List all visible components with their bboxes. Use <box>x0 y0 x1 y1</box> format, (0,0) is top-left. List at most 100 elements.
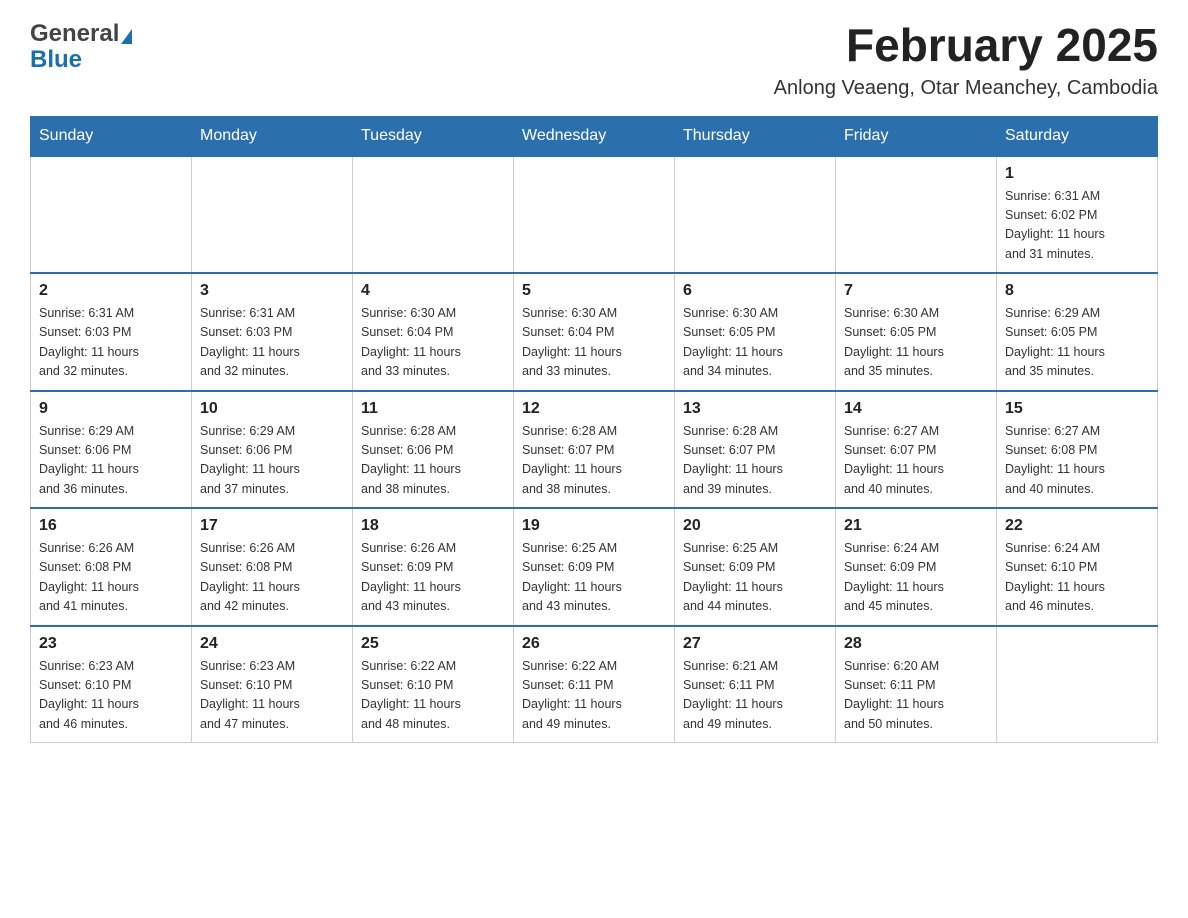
calendar-cell: 21 Sunrise: 6:24 AMSunset: 6:09 PMDayligh… <box>836 508 997 626</box>
day-info: Sunrise: 6:23 AMSunset: 6:10 PMDaylight:… <box>200 657 344 735</box>
day-info: Sunrise: 6:27 AMSunset: 6:07 PMDaylight:… <box>844 422 988 500</box>
calendar-cell: 12 Sunrise: 6:28 AMSunset: 6:07 PMDayligh… <box>514 391 675 509</box>
day-info: Sunrise: 6:22 AMSunset: 6:10 PMDaylight:… <box>361 657 505 735</box>
day-number: 13 <box>683 400 827 418</box>
day-number: 22 <box>1005 517 1149 535</box>
day-number: 25 <box>361 635 505 653</box>
day-number: 10 <box>200 400 344 418</box>
weekday-header-monday: Monday <box>192 116 353 156</box>
calendar-cell: 18 Sunrise: 6:26 AMSunset: 6:09 PMDayligh… <box>353 508 514 626</box>
weekday-header-sunday: Sunday <box>31 116 192 156</box>
location-title: Anlong Veaeng, Otar Meanchey, Cambodia <box>774 77 1158 100</box>
day-number: 9 <box>39 400 183 418</box>
calendar-cell <box>675 156 836 274</box>
day-number: 21 <box>844 517 988 535</box>
day-number: 27 <box>683 635 827 653</box>
day-info: Sunrise: 6:30 AMSunset: 6:04 PMDaylight:… <box>361 304 505 382</box>
calendar-cell: 22 Sunrise: 6:24 AMSunset: 6:10 PMDayligh… <box>997 508 1158 626</box>
day-number: 17 <box>200 517 344 535</box>
calendar-cell: 23 Sunrise: 6:23 AMSunset: 6:10 PMDayligh… <box>31 626 192 743</box>
calendar-cell: 28 Sunrise: 6:20 AMSunset: 6:11 PMDayligh… <box>836 626 997 743</box>
calendar-cell: 11 Sunrise: 6:28 AMSunset: 6:06 PMDayligh… <box>353 391 514 509</box>
day-info: Sunrise: 6:29 AMSunset: 6:06 PMDaylight:… <box>200 422 344 500</box>
calendar-cell <box>353 156 514 274</box>
day-info: Sunrise: 6:30 AMSunset: 6:05 PMDaylight:… <box>683 304 827 382</box>
calendar-cell: 2 Sunrise: 6:31 AMSunset: 6:03 PMDaylight… <box>31 273 192 391</box>
day-number: 15 <box>1005 400 1149 418</box>
day-info: Sunrise: 6:25 AMSunset: 6:09 PMDaylight:… <box>683 539 827 617</box>
calendar-cell: 19Sunrise: 6:25 AMSunset: 6:09 PMDayligh… <box>514 508 675 626</box>
calendar-cell: 20 Sunrise: 6:25 AMSunset: 6:09 PMDayligh… <box>675 508 836 626</box>
calendar-cell: 7 Sunrise: 6:30 AMSunset: 6:05 PMDaylight… <box>836 273 997 391</box>
calendar-cell: 17 Sunrise: 6:26 AMSunset: 6:08 PMDayligh… <box>192 508 353 626</box>
day-info: Sunrise: 6:26 AMSunset: 6:08 PMDaylight:… <box>200 539 344 617</box>
calendar-cell: 6Sunrise: 6:30 AMSunset: 6:05 PMDaylight… <box>675 273 836 391</box>
day-number: 1 <box>1005 165 1149 183</box>
calendar-cell: 27Sunrise: 6:21 AMSunset: 6:11 PMDayligh… <box>675 626 836 743</box>
day-info: Sunrise: 6:31 AMSunset: 6:03 PMDaylight:… <box>39 304 183 382</box>
week-row-1: 1 Sunrise: 6:31 AMSunset: 6:02 PMDaylight… <box>31 156 1158 274</box>
week-row-5: 23 Sunrise: 6:23 AMSunset: 6:10 PMDayligh… <box>31 626 1158 743</box>
weekday-header-tuesday: Tuesday <box>353 116 514 156</box>
day-number: 2 <box>39 282 183 300</box>
calendar-cell: 4 Sunrise: 6:30 AMSunset: 6:04 PMDaylight… <box>353 273 514 391</box>
day-info: Sunrise: 6:29 AMSunset: 6:06 PMDaylight:… <box>39 422 183 500</box>
day-info: Sunrise: 6:23 AMSunset: 6:10 PMDaylight:… <box>39 657 183 735</box>
calendar-cell: 25 Sunrise: 6:22 AMSunset: 6:10 PMDayligh… <box>353 626 514 743</box>
day-number: 24 <box>200 635 344 653</box>
day-number: 26 <box>522 635 666 653</box>
day-number: 8 <box>1005 282 1149 300</box>
day-number: 18 <box>361 517 505 535</box>
calendar-cell: 1 Sunrise: 6:31 AMSunset: 6:02 PMDaylight… <box>997 156 1158 274</box>
day-info: Sunrise: 6:28 AMSunset: 6:06 PMDaylight:… <box>361 422 505 500</box>
day-number: 28 <box>844 635 988 653</box>
day-info: Sunrise: 6:20 AMSunset: 6:11 PMDaylight:… <box>844 657 988 735</box>
calendar-cell: 15 Sunrise: 6:27 AMSunset: 6:08 PMDayligh… <box>997 391 1158 509</box>
calendar-cell: 9 Sunrise: 6:29 AMSunset: 6:06 PMDaylight… <box>31 391 192 509</box>
day-number: 20 <box>683 517 827 535</box>
day-number: 16 <box>39 517 183 535</box>
day-number: 11 <box>361 400 505 418</box>
calendar-cell: 3 Sunrise: 6:31 AMSunset: 6:03 PMDaylight… <box>192 273 353 391</box>
day-info: Sunrise: 6:27 AMSunset: 6:08 PMDaylight:… <box>1005 422 1149 500</box>
day-info: Sunrise: 6:24 AMSunset: 6:10 PMDaylight:… <box>1005 539 1149 617</box>
calendar-cell: 5 Sunrise: 6:30 AMSunset: 6:04 PMDaylight… <box>514 273 675 391</box>
calendar-cell <box>514 156 675 274</box>
day-number: 3 <box>200 282 344 300</box>
day-number: 19 <box>522 517 666 535</box>
day-info: Sunrise: 6:28 AMSunset: 6:07 PMDaylight:… <box>522 422 666 500</box>
day-number: 12 <box>522 400 666 418</box>
day-number: 4 <box>361 282 505 300</box>
calendar-cell <box>192 156 353 274</box>
day-number: 14 <box>844 400 988 418</box>
title-area: February 2025 Anlong Veaeng, Otar Meanch… <box>774 20 1158 100</box>
calendar-cell <box>997 626 1158 743</box>
day-info: Sunrise: 6:26 AMSunset: 6:09 PMDaylight:… <box>361 539 505 617</box>
weekday-header-friday: Friday <box>836 116 997 156</box>
day-info: Sunrise: 6:29 AMSunset: 6:05 PMDaylight:… <box>1005 304 1149 382</box>
calendar-cell: 14 Sunrise: 6:27 AMSunset: 6:07 PMDayligh… <box>836 391 997 509</box>
calendar-cell: 16Sunrise: 6:26 AMSunset: 6:08 PMDayligh… <box>31 508 192 626</box>
day-info: Sunrise: 6:30 AMSunset: 6:04 PMDaylight:… <box>522 304 666 382</box>
calendar-cell: 10 Sunrise: 6:29 AMSunset: 6:06 PMDayligh… <box>192 391 353 509</box>
calendar-cell: 8 Sunrise: 6:29 AMSunset: 6:05 PMDaylight… <box>997 273 1158 391</box>
week-row-4: 16 Sunrise: 6:26 AMSunset: 6:08 PMDayligh… <box>31 508 1158 626</box>
logo-blue: Blue <box>30 46 82 74</box>
day-info: Sunrise: 6:30 AMSunset: 6:05 PMDaylight:… <box>844 304 988 382</box>
day-info: Sunrise: 6:24 AMSunset: 6:09 PMDaylight:… <box>844 539 988 617</box>
logo-triangle-icon <box>121 29 132 44</box>
month-title: February 2025 <box>774 20 1158 71</box>
calendar-cell <box>31 156 192 274</box>
day-number: 23 <box>39 635 183 653</box>
day-info: Sunrise: 6:22 AMSunset: 6:11 PMDaylight:… <box>522 657 666 735</box>
day-number: 7 <box>844 282 988 300</box>
day-info: Sunrise: 6:31 AMSunset: 6:02 PMDaylight:… <box>1005 187 1149 265</box>
calendar-cell <box>836 156 997 274</box>
logo: General Blue <box>30 20 133 74</box>
weekday-header-row: SundayMondayTuesdayWednesdayThursdayFrid… <box>31 116 1158 156</box>
calendar-cell: 24 Sunrise: 6:23 AMSunset: 6:10 PMDayligh… <box>192 626 353 743</box>
day-number: 5 <box>522 282 666 300</box>
week-row-2: 2 Sunrise: 6:31 AMSunset: 6:03 PMDaylight… <box>31 273 1158 391</box>
day-info: Sunrise: 6:31 AMSunset: 6:03 PMDaylight:… <box>200 304 344 382</box>
week-row-3: 9 Sunrise: 6:29 AMSunset: 6:06 PMDaylight… <box>31 391 1158 509</box>
